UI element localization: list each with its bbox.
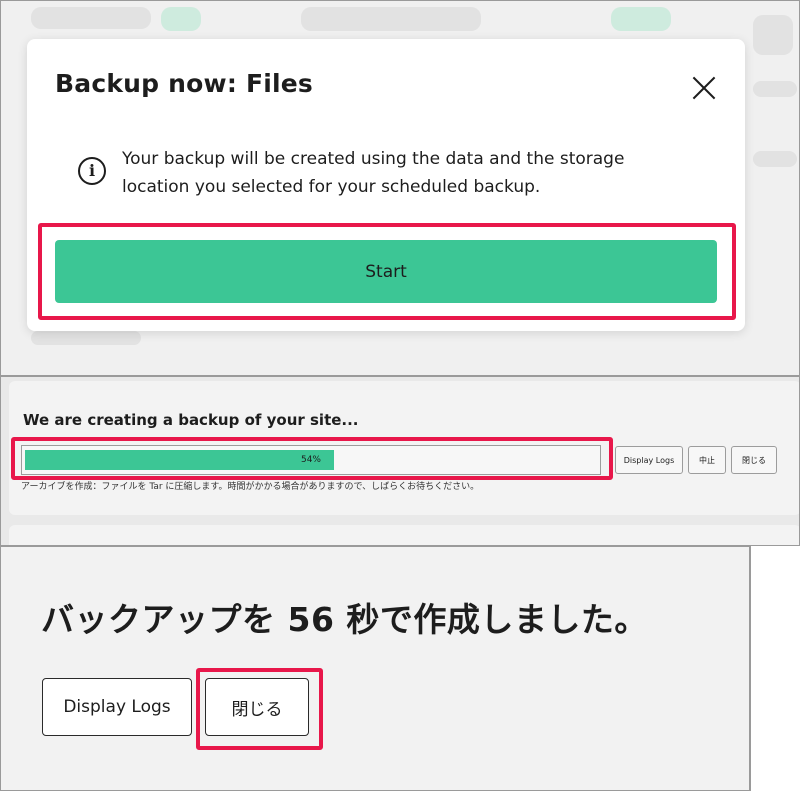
progress-label: 54% bbox=[300, 455, 321, 465]
background-element bbox=[161, 7, 201, 31]
info-icon: i bbox=[78, 157, 106, 185]
progress-title: We are creating a backup of your site... bbox=[23, 411, 359, 429]
completion-message: バックアップを 56 秒で作成しました。 bbox=[41, 600, 648, 639]
background-element bbox=[31, 331, 141, 345]
background-element bbox=[753, 81, 797, 97]
info-message: Your backup will be created using the da… bbox=[122, 149, 625, 197]
progress-bar: 54% bbox=[21, 445, 601, 475]
status-message: アーカイブを作成：ファイルを Tar に圧縮します。時間がかかる場合がありますの… bbox=[21, 482, 480, 492]
close-icon[interactable] bbox=[691, 75, 717, 101]
background-element bbox=[301, 7, 481, 31]
backup-progress-panel: We are creating a backup of your site...… bbox=[0, 376, 800, 546]
start-button[interactable]: Start bbox=[55, 240, 717, 303]
background-element bbox=[753, 151, 797, 167]
display-logs-button[interactable]: Display Logs bbox=[615, 446, 683, 474]
display-logs-button[interactable]: Display Logs bbox=[42, 678, 192, 736]
backup-modal-panel: Backup now: Files i Your backup will be … bbox=[0, 0, 800, 376]
backup-dialog: Backup now: Files i Your backup will be … bbox=[27, 39, 745, 331]
abort-button[interactable]: 中止 bbox=[688, 446, 726, 474]
backup-complete-panel: バックアップを 56 秒で作成しました。 Display Logs 閉じる bbox=[0, 546, 750, 791]
blank-area bbox=[750, 546, 800, 791]
background-element bbox=[611, 7, 671, 31]
background-element bbox=[753, 15, 793, 55]
progress-card-lower bbox=[9, 525, 799, 545]
close-button[interactable]: 閉じる bbox=[205, 678, 309, 736]
background-element bbox=[31, 7, 151, 29]
dialog-title: Backup now: Files bbox=[55, 69, 313, 98]
close-button[interactable]: 閉じる bbox=[731, 446, 777, 474]
